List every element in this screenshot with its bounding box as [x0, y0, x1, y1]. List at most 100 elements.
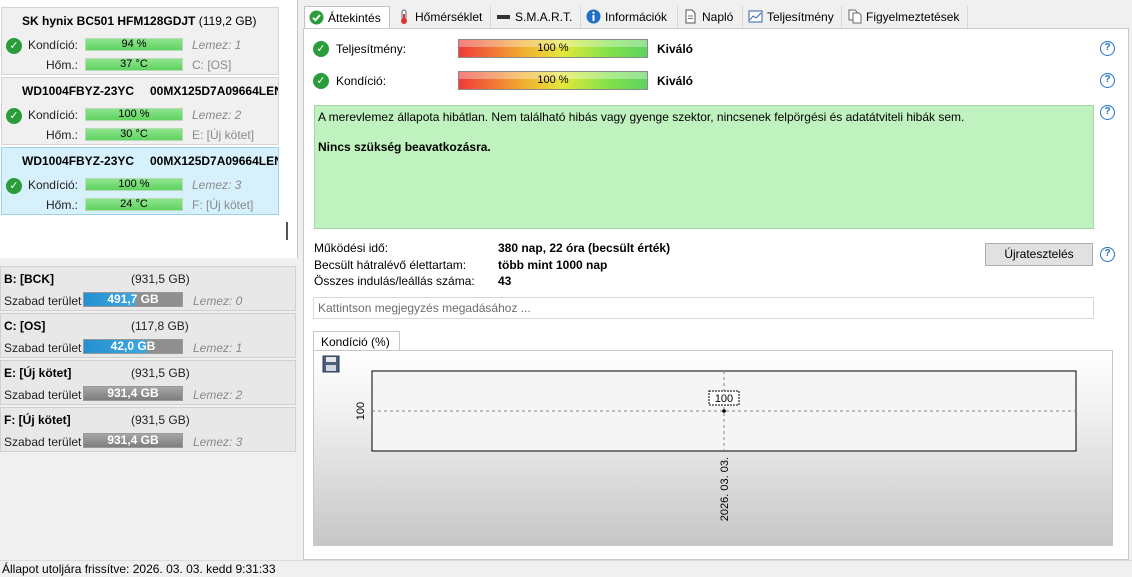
disk-card[interactable]: WD1004FBYZ-23YC 00MX125D7A09664LEN ✓ Kond… [1, 77, 279, 145]
condition-bar: 94 % [85, 38, 183, 51]
note-input[interactable]: Kattintson megjegyzés megadásához ... [313, 297, 1094, 319]
data-point [722, 409, 726, 413]
info-icon [586, 9, 601, 24]
temp-bar: 30 °C [85, 128, 183, 141]
free-space-bar: 42,0 GB [83, 339, 183, 354]
tab-label: Információk [605, 10, 668, 24]
tab-temperature[interactable]: Hőmérséklet [392, 6, 491, 29]
volume-size: (117,8 GB) [131, 319, 189, 333]
check-icon: ✓ [313, 73, 329, 89]
volume-card[interactable]: B: [BCK] (931,5 GB) Szabad terület 491,7… [0, 266, 296, 311]
performance-bar: 100 % [458, 39, 648, 58]
check-icon: ✓ [6, 178, 22, 194]
drive-icon [496, 9, 511, 24]
volume-name: E: [Új kötet] [4, 366, 72, 380]
condition-label: Kondíció: [336, 74, 387, 88]
check-icon: ✓ [6, 108, 22, 124]
help-icon[interactable]: ? [1100, 105, 1115, 120]
check-icon: ✓ [313, 41, 329, 57]
volume-size: (931,5 GB) [131, 272, 190, 286]
free-space-label: Szabad terület [4, 294, 82, 308]
performance-rating: Kiváló [657, 42, 694, 56]
tab-performance[interactable]: Teljesítmény [744, 6, 842, 29]
condition-label: Kondíció: [27, 108, 78, 122]
disk-number: Lemez: 2 [192, 108, 242, 122]
free-space-value: 42,0 GB [110, 339, 156, 353]
condition-value: 100 % [537, 74, 569, 86]
volume-card[interactable]: E: [Új kötet] (931,5 GB) Szabad terület … [0, 360, 296, 405]
drive-letter: C: [OS] [192, 58, 232, 72]
condition-rating: Kiváló [657, 74, 694, 88]
disk-title: SK hynix BC501 HFM128GDJT (119,2 GB) [22, 14, 278, 28]
tab-overview[interactable]: Áttekintés [304, 6, 390, 30]
disk-name: SK hynix BC501 HFM128GDJT [22, 14, 196, 28]
free-space-label: Szabad terület [4, 341, 82, 355]
free-space-label: Szabad terület [4, 435, 82, 449]
x-tick-label: 2026. 03. 03. [719, 457, 731, 521]
tab-log[interactable]: Napló [679, 6, 743, 29]
volume-size: (931,5 GB) [131, 366, 190, 380]
left-panel: SK hynix BC501 HFM128GDJT (119,2 GB) ✓ K… [0, 0, 298, 560]
disk-number: Lemez: 0 [193, 294, 243, 308]
disk-title: WD1004FBYZ-23YC 00MX125D7A09664LEN [22, 154, 278, 168]
volume-name: F: [Új kötet] [4, 413, 71, 427]
tab-smart[interactable]: S.M.A.R.T. [492, 6, 581, 29]
list-scrollbar[interactable] [286, 222, 288, 240]
condition-bar: 100 % [458, 71, 648, 90]
temp-bar: 24 °C [85, 198, 183, 211]
overview-panel: ✓ Teljesítmény: 100 % Kiváló ? ✓ Kondíci… [303, 28, 1129, 560]
document-icon [683, 9, 698, 24]
disk-list: SK hynix BC501 HFM128GDJT (119,2 GB) ✓ K… [0, 0, 298, 258]
chart-tab-condition[interactable]: Kondíció (%) [313, 331, 400, 352]
check-circle-icon [309, 10, 324, 25]
drive-letter: E: [Új kötet] [192, 128, 255, 142]
volume-card[interactable]: C: [OS] (117,8 GB) Szabad terület 42,0 G… [0, 313, 296, 358]
retest-button[interactable]: Újratesztelés [985, 243, 1093, 266]
tab-label: S.M.A.R.T. [515, 10, 573, 24]
lifetime-value: több mint 1000 nap [498, 258, 608, 272]
disk-title: WD1004FBYZ-23YC 00MX125D7A09664LEN [22, 84, 278, 98]
drive-letter: F: [Új kötet] [192, 198, 254, 212]
y-tick-label: 100 [355, 402, 367, 420]
tab-bar: Áttekintés Hőmérséklet S.M.A.R.T. Inform… [304, 6, 1130, 30]
disk-number: Lemez: 1 [192, 38, 242, 52]
disk-card-selected[interactable]: WD1004FBYZ-23YC 00MX125D7A09664LEN ✓ Kond… [1, 147, 279, 215]
volume-size: (931,5 GB) [131, 413, 190, 427]
disk-number: Lemez: 2 [193, 388, 243, 402]
free-space-value: 931,4 GB [107, 386, 159, 400]
help-icon[interactable]: ? [1100, 247, 1115, 262]
thermometer-icon [396, 9, 411, 24]
disk-card[interactable]: SK hynix BC501 HFM128GDJT (119,2 GB) ✓ K… [1, 7, 279, 75]
status-text: A merevlemez állapota hibátlan. Nem talá… [318, 110, 965, 124]
temp-label: Hőm.: [45, 198, 78, 212]
temp-label: Hőm.: [45, 128, 78, 142]
start-stop-value: 43 [498, 274, 512, 288]
disk-number: Lemez: 1 [193, 341, 243, 355]
uptime-label: Működési idő: [314, 241, 389, 255]
volume-card[interactable]: F: [Új kötet] (931,5 GB) Szabad terület … [0, 407, 296, 452]
free-space-label: Szabad terület [4, 388, 82, 402]
lifetime-label: Becsült hátralévő élettartam: [314, 258, 467, 272]
check-icon: ✓ [6, 38, 22, 54]
condition-label: Kondíció: [27, 38, 78, 52]
status-bar: Állapot utoljára frissítve: 2026. 03. 03… [0, 560, 1132, 576]
free-space-value: 491,7 GB [107, 292, 159, 306]
temp-label: Hőm.: [45, 58, 78, 72]
tab-label: Napló [702, 10, 734, 24]
tab-label: Áttekintés [328, 11, 381, 25]
status-action: Nincs szükség beavatkozásra. [318, 140, 491, 154]
performance-label: Teljesítmény: [336, 42, 407, 56]
condition-chart: 100 100 2026. 03. 03. [355, 370, 1077, 521]
free-space-bar: 491,7 GB [83, 292, 183, 307]
condition-bar: 100 % [85, 108, 183, 121]
tab-information[interactable]: Információk [582, 6, 678, 29]
tab-label: Figyelmeztetések [866, 10, 960, 24]
disk-size: (119,2 GB) [198, 14, 257, 28]
tab-warnings[interactable]: Figyelmeztetések [843, 6, 968, 29]
condition-chart-panel: 100 100 2026. 03. 03. [313, 350, 1113, 546]
start-stop-label: Összes indulás/leállás száma: [314, 274, 475, 288]
disk-number: Lemez: 3 [192, 178, 242, 192]
help-icon[interactable]: ? [1100, 41, 1115, 56]
help-icon[interactable]: ? [1100, 73, 1115, 88]
disk-number: Lemez: 3 [193, 435, 243, 449]
